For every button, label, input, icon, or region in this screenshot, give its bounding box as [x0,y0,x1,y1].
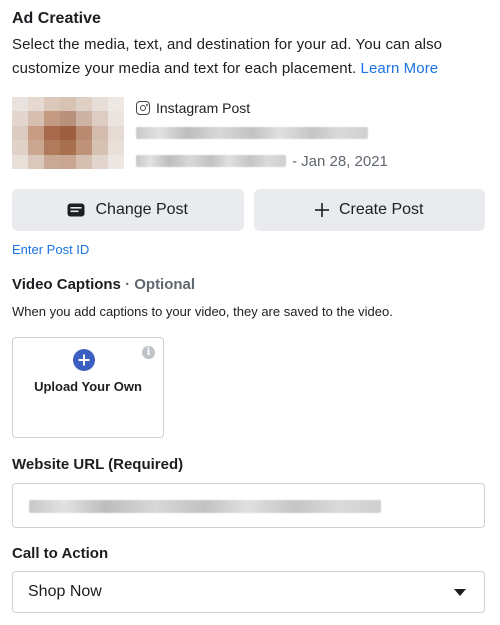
post-account-redacted [136,155,286,167]
website-url-label: Website URL (Required) [12,456,184,473]
video-captions-description: When you add captions to your video, the… [12,304,393,319]
website-url-redacted [29,500,381,513]
create-post-button[interactable]: Create Post [253,189,485,231]
section-description: Select the media, text, and destination … [12,33,488,81]
post-icon [67,203,85,217]
video-captions-label: Video Captions [12,276,121,293]
optional-tag: · Optional [120,276,196,293]
post-type: Instagram Post [136,98,250,118]
call-to-action-label: Call to Action [12,545,109,562]
plus-icon [315,203,329,217]
info-icon[interactable]: i [142,346,155,359]
create-post-label: Create Post [339,201,424,218]
post-thumbnail [12,97,124,169]
upload-captions-card[interactable]: i Upload Your Own [12,337,164,438]
call-to-action-value: Shop Now [28,583,102,600]
post-caption-redacted [136,127,368,139]
change-post-label: Change Post [95,201,188,218]
description-line-2: customize your media and text for each p… [12,60,357,77]
plus-circle-icon [73,349,95,371]
enter-post-id-link[interactable]: Enter Post ID [12,242,89,257]
upload-your-own-label: Upload Your Own [34,379,142,394]
section-title: Ad Creative [12,10,101,27]
video-captions-title: Video Captions · Optional [12,276,195,293]
post-actions: Change Post Create Post [12,189,485,231]
chevron-down-icon [454,589,466,596]
post-date: - Jan 28, 2021 [292,152,388,170]
learn-more-link[interactable]: Learn More [361,60,439,77]
post-meta: - Jan 28, 2021 [136,151,388,171]
call-to-action-select[interactable]: Shop Now [12,571,485,613]
website-url-input[interactable] [12,483,485,528]
description-line-1: Select the media, text, and destination … [12,36,443,53]
ad-creative-panel: Ad Creative Select the media, text, and … [0,0,500,625]
post-type-label: Instagram Post [156,100,251,116]
instagram-icon [136,101,150,115]
change-post-button[interactable]: Change Post [12,189,244,231]
selected-post: Instagram Post - Jan 28, 2021 [12,97,482,171]
